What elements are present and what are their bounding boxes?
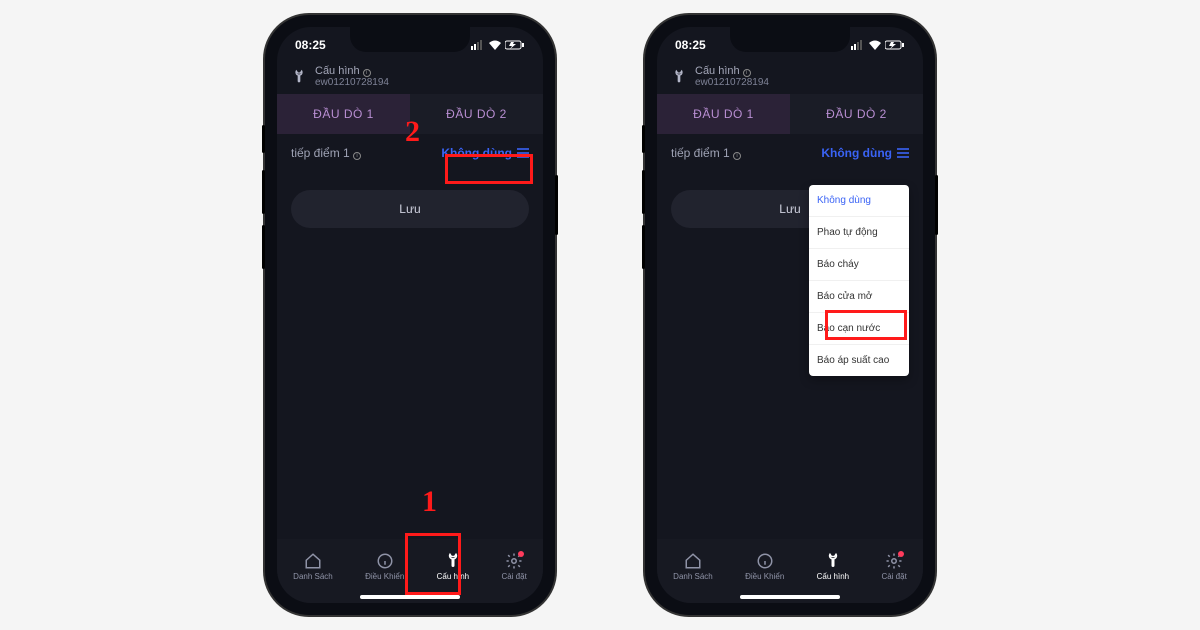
badge-dot: [898, 551, 904, 557]
info-icon[interactable]: i: [353, 152, 361, 160]
info-icon[interactable]: i: [743, 69, 751, 77]
home-indicator[interactable]: [360, 595, 460, 599]
callout-1: 1: [422, 485, 437, 519]
dropdown-option-fire[interactable]: Báo cháy: [809, 249, 909, 281]
dropdown-option-door[interactable]: Báo cửa mở: [809, 281, 909, 313]
home-indicator[interactable]: [740, 595, 840, 599]
annotation-box-option: [825, 310, 907, 340]
status-time: 08:25: [295, 38, 326, 52]
menu-icon: [897, 148, 909, 158]
nav-settings[interactable]: Cài đặt: [501, 552, 526, 581]
gear-icon: [885, 552, 903, 570]
device-id: ew01210728194: [315, 77, 389, 88]
wrench-icon: [824, 552, 842, 570]
nav-settings[interactable]: Cài đặt: [881, 552, 906, 581]
home-icon: [304, 552, 322, 570]
tab-probe-1[interactable]: ĐẦU DÒ 1: [657, 94, 790, 134]
nav-list[interactable]: Danh Sách: [293, 552, 333, 581]
contact-dropdown: Không dùng Phao tự động Báo cháy Báo cửa…: [809, 185, 909, 376]
status-time: 08:25: [675, 38, 706, 52]
tab-bar: ĐẦU DÒ 1 ĐẦU DÒ 2: [657, 94, 923, 134]
contact-1-row: tiếp điểm 1 i Không dùng: [657, 134, 923, 172]
save-button[interactable]: Lưu: [291, 190, 529, 228]
contact-1-select[interactable]: Không dùng: [821, 146, 909, 160]
bottom-nav: Danh Sách Điều Khiển Cấu hình Cài đặt: [657, 539, 923, 603]
info-circle-icon: [756, 552, 774, 570]
status-indicators: [851, 40, 905, 50]
nav-config[interactable]: Cấu hình: [817, 552, 849, 581]
nav-control[interactable]: Điều Khiển: [745, 552, 784, 581]
wrench-icon: [671, 69, 687, 85]
dropdown-option-high-pressure[interactable]: Báo áp suất cao: [809, 345, 909, 376]
tab-probe-1[interactable]: ĐẦU DÒ 1: [277, 94, 410, 134]
contact-1-label: tiếp điểm 1: [291, 146, 350, 160]
header-title: Cấu hình: [695, 65, 740, 77]
annotation-box-1: [405, 533, 461, 595]
device-notch: [350, 27, 470, 52]
info-circle-icon: [376, 552, 394, 570]
device-notch: [730, 27, 850, 52]
contact-1-value: Không dùng: [821, 146, 892, 160]
tab-probe-2[interactable]: ĐẦU DÒ 2: [790, 94, 923, 134]
page-header: Cấu hình i ew01210728194: [657, 57, 923, 94]
wrench-icon: [291, 69, 307, 85]
info-icon[interactable]: i: [363, 69, 371, 77]
gear-icon: [505, 552, 523, 570]
dropdown-option-none[interactable]: Không dùng: [809, 185, 909, 217]
tab-probe-2[interactable]: ĐẦU DÒ 2: [410, 94, 543, 134]
device-id: ew01210728194: [695, 77, 769, 88]
badge-dot: [518, 551, 524, 557]
phone-2: 08:25 Cấu hình i ew01210728194 ĐẦU DÒ 1 …: [645, 15, 935, 615]
nav-list[interactable]: Danh Sách: [673, 552, 713, 581]
contact-1-label: tiếp điểm 1: [671, 146, 730, 160]
info-icon[interactable]: i: [733, 152, 741, 160]
callout-2: 2: [405, 115, 420, 149]
page-header: Cấu hình i ew01210728194: [277, 57, 543, 94]
nav-control[interactable]: Điều Khiển: [365, 552, 404, 581]
dropdown-option-auto-float[interactable]: Phao tự động: [809, 217, 909, 249]
phone-1: 08:25 Cấu hình i ew01210728194 ĐẦU DÒ 1 …: [265, 15, 555, 615]
status-indicators: [471, 40, 525, 50]
home-icon: [684, 552, 702, 570]
header-title: Cấu hình: [315, 65, 360, 77]
annotation-box-2: [445, 154, 533, 184]
